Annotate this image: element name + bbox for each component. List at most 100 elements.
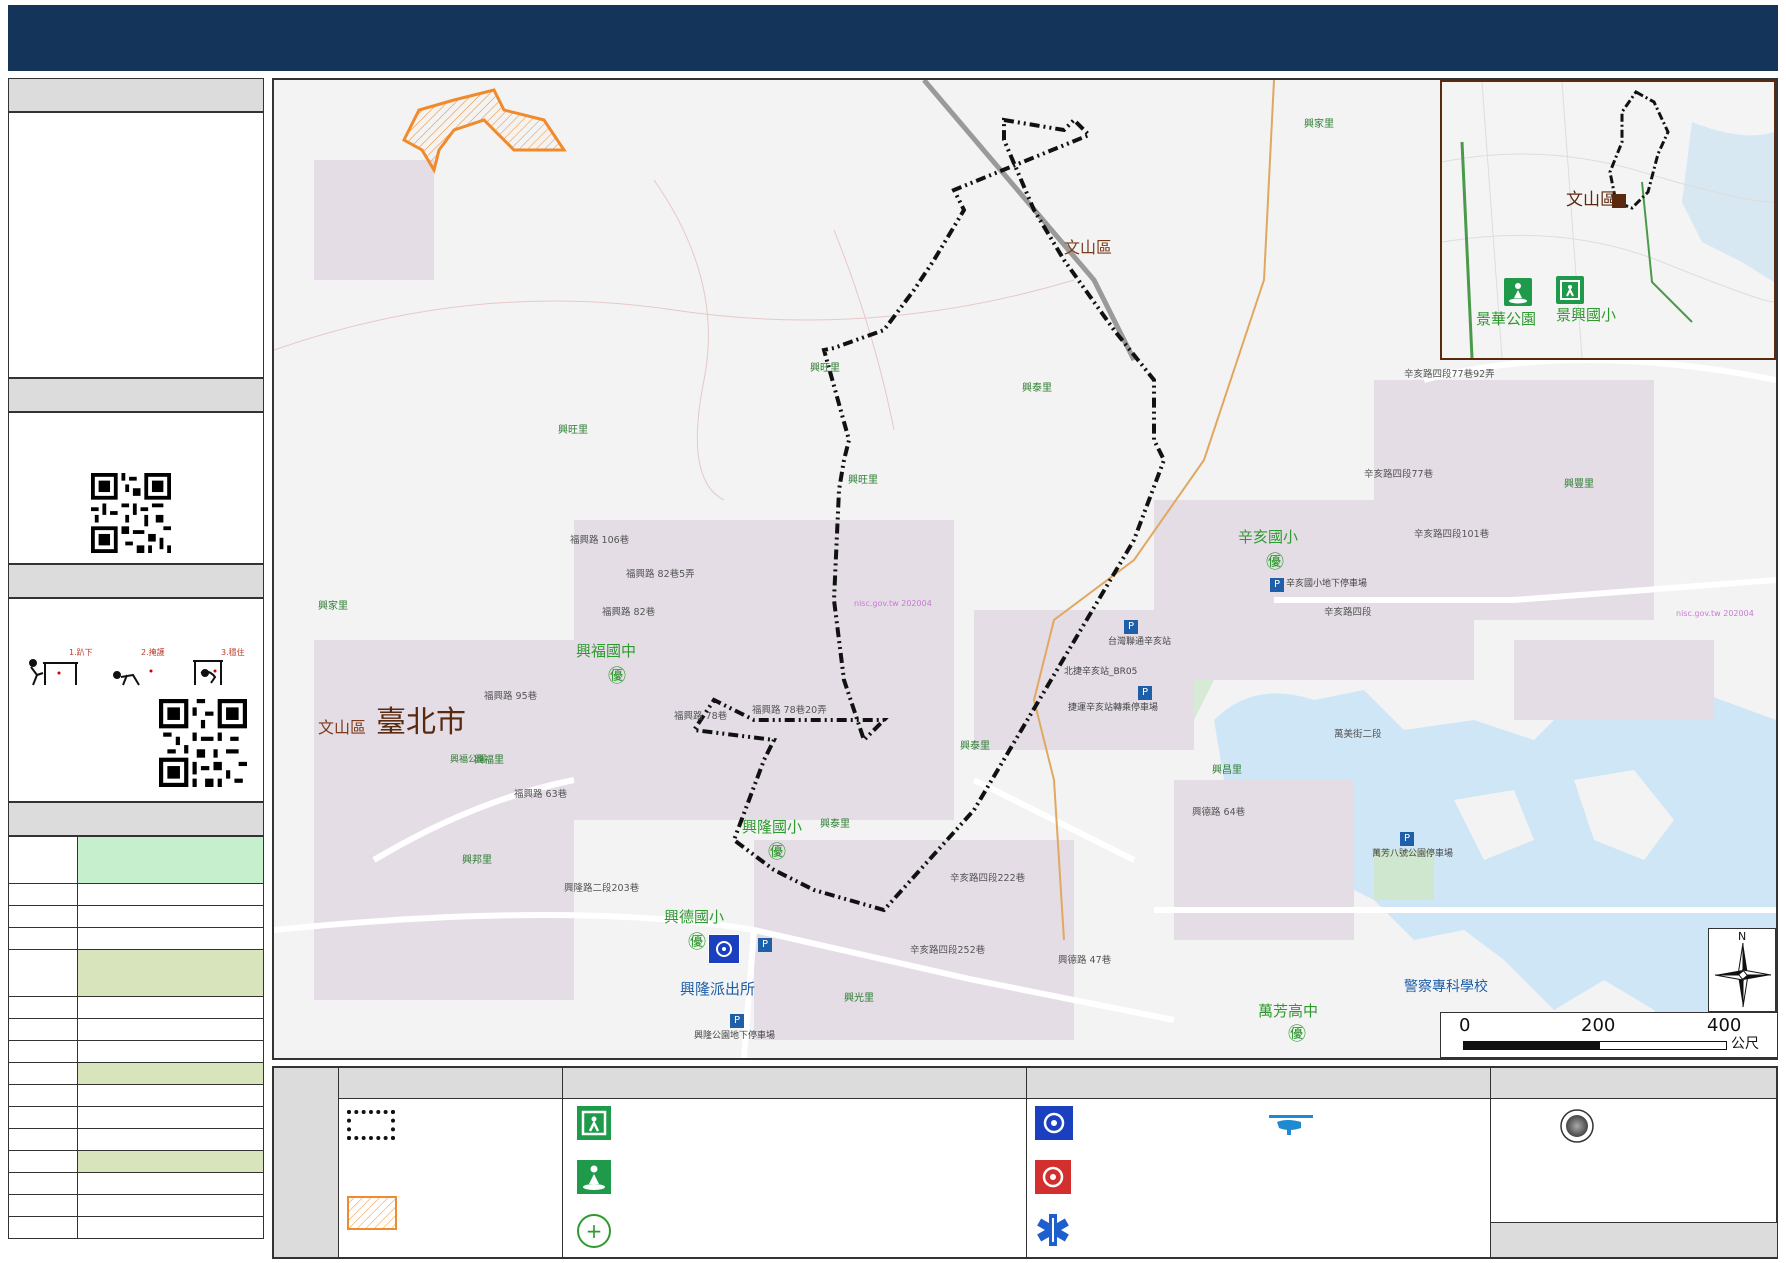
- inset-park-label-1: 景華公園: [1476, 310, 1537, 328]
- scale-segment-light: [1599, 1041, 1727, 1050]
- reserve-icon: ㊝: [608, 666, 626, 687]
- left-panel-header-3: [8, 564, 264, 598]
- school-label-3: 興德國小: [664, 908, 725, 926]
- drill-label-2: 2.掩護: [141, 648, 165, 657]
- parking-icon: P: [1138, 686, 1152, 700]
- school-label-1: 興福國中: [576, 642, 637, 660]
- village-label: 興泰里: [1022, 383, 1052, 394]
- table-row: [8, 1062, 264, 1085]
- village-label: 興旺里: [810, 363, 840, 374]
- legend-col-shelters: +: [562, 1068, 1026, 1257]
- left-panel-box-2: [8, 412, 264, 564]
- road-label: 福興路 78巷: [674, 711, 728, 722]
- legend-footer-cell: [1491, 1222, 1777, 1257]
- table-row: [8, 1128, 264, 1151]
- table-row: [8, 1040, 264, 1063]
- watermark-label: nisc.gov.tw 202004: [1676, 609, 1754, 618]
- parking-label: 捷運辛亥站轉乘停車場: [1068, 703, 1159, 713]
- legend-col-header: [563, 1068, 1026, 1099]
- reserve-shelter-icon: +: [577, 1214, 611, 1248]
- village-label: 興家里: [318, 601, 348, 612]
- road-label: 興隆路二段203巷: [564, 883, 640, 894]
- scale-tick-400: 400: [1707, 1015, 1742, 1036]
- road-label: 福興路 82巷5弄: [626, 569, 695, 580]
- parking-label: 萬芳八號公園停車場: [1372, 849, 1454, 859]
- reserve-icon: ㊝: [688, 932, 706, 953]
- medical-icon: [1037, 1214, 1069, 1246]
- scale-tick-0: 0: [1459, 1015, 1471, 1036]
- left-panel-box-1: [8, 112, 264, 378]
- village-label: 興泰里: [960, 741, 990, 752]
- qr-code-1[interactable]: [91, 473, 171, 553]
- school-label-5: 萬芳高中: [1258, 1002, 1319, 1020]
- city-label: 臺北市: [376, 705, 466, 740]
- district-label-1: 文山區: [318, 718, 367, 737]
- village-label: 興旺里: [848, 475, 878, 486]
- village-label: 興昌里: [1212, 765, 1242, 776]
- table-row: [8, 836, 264, 884]
- map-legend: +: [272, 1066, 1778, 1259]
- outdoor-shelter-icon: [1504, 278, 1532, 306]
- police-icon: [1035, 1106, 1073, 1140]
- reserve-icon: ㊝: [1266, 552, 1284, 573]
- left-panel-header-1: [8, 78, 264, 112]
- school-label-2: 興隆國小: [742, 818, 803, 836]
- scale-tick-200: 200: [1581, 1015, 1616, 1036]
- academy-label: 警察專科學校: [1404, 979, 1488, 995]
- table-row: [8, 1216, 264, 1239]
- gray-dot-icon: [1560, 1109, 1594, 1143]
- legend-col-services: [1026, 1068, 1490, 1257]
- table-row: [8, 1106, 264, 1129]
- inset-district-label: 文山區: [1566, 190, 1617, 210]
- table-row: [8, 949, 264, 997]
- inset-map[interactable]: 文山區 景華公園 景興國小: [1440, 80, 1776, 360]
- road-label: 福興路 63巷: [514, 789, 568, 800]
- reserve-icon: ㊝: [1288, 1024, 1306, 1045]
- road-label: 興德路 64巷: [1192, 807, 1246, 818]
- scale-bar: 0 200 400 公尺: [1440, 1012, 1778, 1058]
- village-label: 興家里: [1304, 119, 1334, 130]
- parking-icon: P: [758, 938, 772, 952]
- qr-code-2[interactable]: [159, 699, 247, 787]
- parking-label: 興隆公園地下停車場: [694, 1031, 776, 1041]
- table-row: [8, 996, 264, 1019]
- road-label: 辛亥路四段252巷: [910, 945, 986, 956]
- parking-label: 北捷辛亥站_BR05: [1064, 667, 1138, 677]
- drill-illustration: [23, 651, 253, 687]
- parking-label: 辛亥國小地下停車場: [1286, 579, 1368, 589]
- legend-col-header: [1027, 1068, 1490, 1099]
- indoor-shelter-icon: [577, 1106, 611, 1140]
- table-row: [8, 1172, 264, 1195]
- road-label: 興德路 47巷: [1058, 955, 1112, 966]
- north-arrow: N: [1708, 928, 1776, 1012]
- building-icon: [1612, 194, 1626, 208]
- legend-col-header: [339, 1068, 562, 1099]
- inset-park-label-2: 景興國小: [1556, 306, 1617, 324]
- outdoor-shelter-icon: [577, 1160, 611, 1194]
- reserve-icon: ㊝: [768, 842, 786, 863]
- road-label: 辛亥路四段: [1324, 607, 1372, 618]
- shelter-table: [8, 836, 264, 1239]
- drill-label-3: 3.穩住: [221, 648, 245, 657]
- parking-icon: P: [730, 1014, 744, 1028]
- road-label: 辛亥路四段77巷: [1364, 469, 1434, 480]
- district-label-2: 文山區: [1064, 238, 1113, 257]
- parking-label: 台灣聯通辛亥站: [1108, 637, 1172, 647]
- fire-dept-icon: [1035, 1160, 1071, 1194]
- watermark-label: nisc.gov.tw 202004: [854, 599, 932, 608]
- legend-col-header: [1491, 1068, 1776, 1099]
- table-row: [8, 1018, 264, 1041]
- parking-icon: P: [1124, 620, 1138, 634]
- village-label: 興泰里: [820, 819, 850, 830]
- parking-icon: P: [1270, 578, 1284, 592]
- parking-icon: P: [1400, 832, 1414, 846]
- compass-rose-icon: [1714, 942, 1772, 1008]
- road-label: 福興路 82巷: [602, 607, 656, 618]
- police-station-label: 興隆派出所: [680, 980, 756, 998]
- road-label: 福興路 95巷: [484, 691, 538, 702]
- header-bar: [8, 5, 1778, 71]
- village-label: 興豐里: [1564, 479, 1594, 490]
- police-icon: [708, 934, 740, 964]
- road-label: 福興路 106巷: [570, 535, 630, 546]
- orange-hatch-area-icon: [347, 1196, 397, 1230]
